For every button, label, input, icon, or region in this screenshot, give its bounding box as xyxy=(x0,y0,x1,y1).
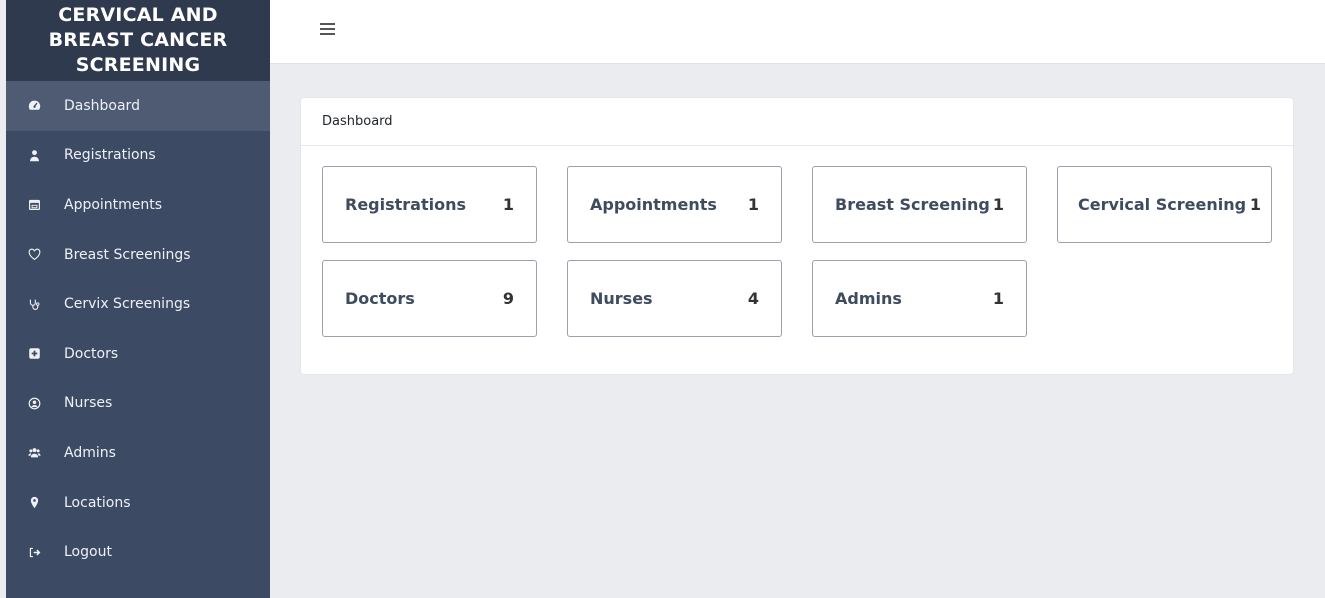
sidebar-item-label: Logout xyxy=(64,544,112,561)
user-icon xyxy=(28,149,41,162)
sidebar-item-breast-screenings[interactable]: Breast Screenings xyxy=(6,230,270,280)
sidebar-item-label: Breast Screenings xyxy=(64,246,191,263)
tile-count: 1 xyxy=(502,195,514,214)
user-circle-icon xyxy=(28,397,41,410)
tile-breast-screening[interactable]: Breast Screening 1 xyxy=(812,166,1027,243)
sidebar-item-label: Nurses xyxy=(64,395,113,412)
dashboard-icon xyxy=(28,99,41,112)
tile-count: 1 xyxy=(992,289,1004,308)
map-marker-icon xyxy=(28,496,41,509)
tile-count: 1 xyxy=(1249,195,1261,214)
calendar-icon xyxy=(28,198,41,211)
sidebar-item-label: Registrations xyxy=(64,147,156,164)
sidebar-item-label: Locations xyxy=(64,494,131,511)
tile-nurses[interactable]: Nurses 4 xyxy=(567,260,782,337)
sidebar-item-dashboard[interactable]: Dashboard xyxy=(6,81,270,131)
tile-count: 9 xyxy=(502,289,514,308)
users-icon xyxy=(28,446,41,459)
top-bar xyxy=(270,0,1325,64)
dashboard-card: Dashboard Registrations 1 Appointments 1… xyxy=(300,97,1294,375)
sidebar-item-admins[interactable]: Admins xyxy=(6,428,270,478)
sidebar-item-doctors[interactable]: Doctors xyxy=(6,329,270,379)
tile-label: Breast Screening xyxy=(835,195,990,214)
tile-label: Admins xyxy=(835,289,902,308)
sidebar-item-cervix-screenings[interactable]: Cervix Screenings xyxy=(6,279,270,329)
sidebar-item-registrations[interactable]: Registrations xyxy=(6,131,270,181)
sidebar-item-label: Dashboard xyxy=(64,97,140,114)
tile-cervical-screening[interactable]: Cervical Screening 1 xyxy=(1057,166,1272,243)
tile-label: Appointments xyxy=(590,195,717,214)
hamburger-icon[interactable] xyxy=(320,23,335,38)
sidebar-item-label: Admins xyxy=(64,444,116,461)
sidebar-item-locations[interactable]: Locations xyxy=(6,478,270,528)
tile-registrations[interactable]: Registrations 1 xyxy=(322,166,537,243)
card-title: Dashboard xyxy=(301,98,1293,146)
tile-label: Cervical Screening xyxy=(1078,195,1247,214)
sidebar: CERVICAL AND BREAST CANCER SCREENING Das… xyxy=(6,0,270,598)
sidebar-nav: Dashboard Registrations Appointments Bre… xyxy=(6,81,270,577)
tile-count: 4 xyxy=(747,289,759,308)
sidebar-item-label: Appointments xyxy=(64,196,163,213)
tile-admins[interactable]: Admins 1 xyxy=(812,260,1027,337)
tile-appointments[interactable]: Appointments 1 xyxy=(567,166,782,243)
sign-out-icon xyxy=(28,546,41,559)
tile-label: Nurses xyxy=(590,289,653,308)
tile-label: Registrations xyxy=(345,195,467,214)
sidebar-item-label: Doctors xyxy=(64,345,119,362)
heart-icon xyxy=(28,248,41,261)
sidebar-item-logout[interactable]: Logout xyxy=(6,527,270,577)
tile-count: 1 xyxy=(992,195,1004,214)
sidebar-item-appointments[interactable]: Appointments xyxy=(6,180,270,230)
tile-label: Doctors xyxy=(345,289,415,308)
sidebar-item-nurses[interactable]: Nurses xyxy=(6,379,270,429)
tile-doctors[interactable]: Doctors 9 xyxy=(322,260,537,337)
tile-count: 1 xyxy=(747,195,759,214)
stethoscope-icon xyxy=(28,298,41,311)
sidebar-item-label: Cervix Screenings xyxy=(64,296,191,313)
medical-plus-icon xyxy=(28,347,41,360)
app-title: CERVICAL AND BREAST CANCER SCREENING xyxy=(6,0,270,81)
